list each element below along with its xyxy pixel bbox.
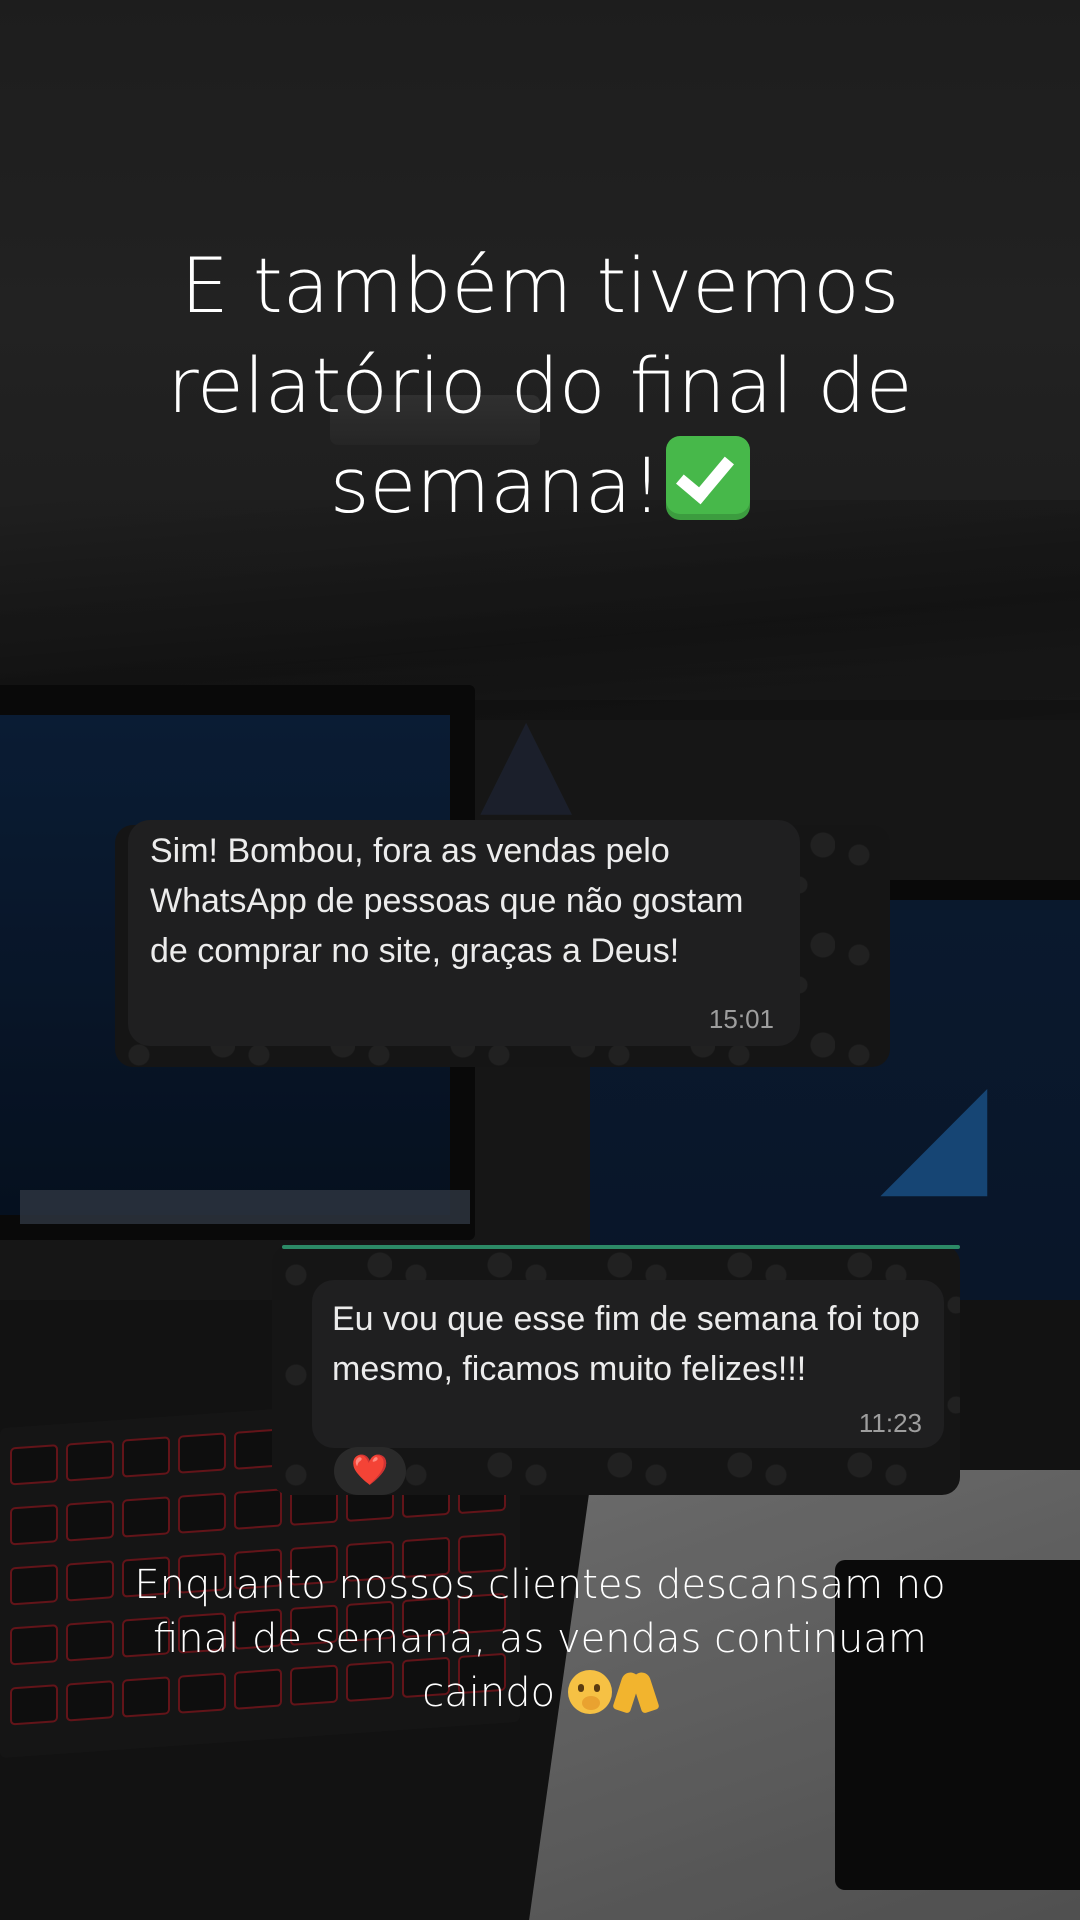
face-with-hand-over-mouth-icon (567, 1670, 612, 1714)
message-timestamp: 11:23 (858, 1408, 922, 1438)
story-title: E também tivemos relatório do final de s… (90, 236, 990, 536)
story-caption-text: Enquanto nossos clientes descansam no fi… (134, 1562, 946, 1716)
message-text: Sim! Bombou, fora as vendas pelo WhatsAp… (150, 832, 744, 970)
check-mark-button-icon (666, 436, 751, 520)
story-title-text: E também tivemos relatório do final de s… (167, 241, 913, 530)
message-reaction[interactable]: ❤️ (334, 1447, 406, 1495)
message-bubble: Sim! Bombou, fora as vendas pelo WhatsAp… (128, 820, 800, 1046)
message-bubble: Eu vou que esse fim de semana foi top me… (312, 1280, 944, 1448)
folded-hands-icon (614, 1670, 658, 1714)
message-text: Eu vou que esse fim de semana foi top me… (332, 1300, 920, 1388)
story-caption: Enquanto nossos clientes descansam no fi… (90, 1558, 990, 1720)
heart-icon: ❤️ (351, 1453, 389, 1488)
message-timestamp: 15:01 (708, 1004, 774, 1034)
